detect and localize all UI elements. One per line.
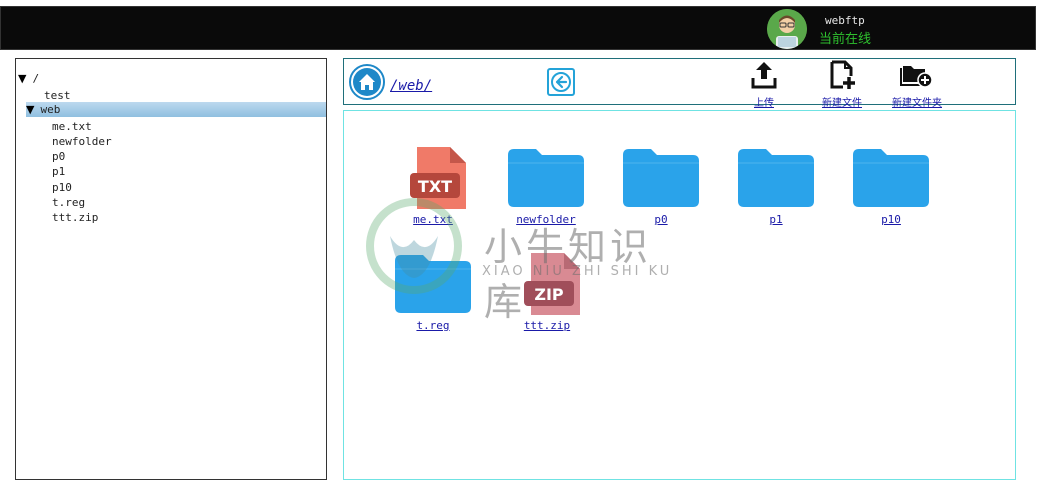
- tree-item-label: ttt.zip: [52, 211, 99, 224]
- back-button[interactable]: [547, 68, 575, 96]
- tree-item-t-reg[interactable]: t.reg: [52, 195, 85, 210]
- folder-icon: [738, 149, 814, 207]
- tree-item-p1[interactable]: p1: [52, 164, 65, 179]
- current-path-link[interactable]: /web/: [390, 78, 432, 94]
- folder-icon: [508, 149, 584, 207]
- new-file-icon: [830, 60, 855, 89]
- txt-file-icon: TXT: [410, 147, 466, 209]
- tree-item-label: p0: [52, 150, 66, 163]
- tree-item-test[interactable]: test: [44, 88, 71, 103]
- folder-icon: [853, 149, 929, 207]
- folder-tree-panel: ▼ / test ▼ web me.txt newfolder p0 p1 p10 …: [15, 58, 327, 480]
- tree-item-label: t.reg: [52, 196, 86, 209]
- new-folder-icon: [900, 66, 933, 88]
- tree-item-p10[interactable]: p10: [52, 180, 72, 195]
- tree-item-me-txt[interactable]: me.txt: [52, 119, 92, 134]
- tree-root[interactable]: ▼ /: [18, 71, 39, 86]
- tree-item-label: test: [44, 89, 71, 102]
- user-avatar[interactable]: [767, 9, 807, 49]
- file-item-me-txt[interactable]: TXT me.txt: [388, 145, 478, 226]
- tree-item-web[interactable]: ▼ web: [26, 102, 326, 117]
- upload-icon: [751, 62, 777, 89]
- path-toolbar: /web/ 上传 新建文件 新建文件夹: [343, 58, 1016, 109]
- tree-item-label: web: [40, 103, 61, 116]
- home-icon: [353, 68, 381, 96]
- zip-badge-text: ZIP: [534, 285, 564, 304]
- new-file-button[interactable]: 新建文件: [822, 60, 862, 109]
- username: webftp: [825, 14, 865, 27]
- file-name[interactable]: p0: [616, 213, 706, 226]
- file-name[interactable]: p10: [846, 213, 936, 226]
- upload-button[interactable]: 上传: [748, 60, 780, 109]
- tree-item-label: p1: [52, 165, 66, 178]
- tree-item-newfolder[interactable]: newfolder: [52, 134, 112, 149]
- file-name[interactable]: t.reg: [388, 319, 478, 332]
- expand-triangle-icon[interactable]: ▼: [18, 72, 26, 85]
- file-name[interactable]: me.txt: [388, 213, 478, 226]
- folder-icon: [623, 149, 699, 207]
- file-name[interactable]: ttt.zip: [502, 319, 592, 332]
- new-folder-label: 新建文件夹: [892, 98, 942, 109]
- tree-item-label: p10: [52, 181, 72, 194]
- top-bar: webftp 当前在线: [0, 6, 1036, 50]
- new-file-label: 新建文件: [822, 98, 862, 109]
- tree-item-p0[interactable]: p0: [52, 149, 65, 164]
- home-button[interactable]: [349, 64, 385, 100]
- upload-label: 上传: [754, 98, 774, 109]
- file-item-t-reg[interactable]: t.reg: [388, 251, 478, 332]
- arrow-left-icon: [551, 72, 571, 92]
- new-folder-button[interactable]: 新建文件夹: [892, 60, 942, 109]
- file-item-p1[interactable]: p1: [731, 145, 821, 226]
- txt-badge-text: TXT: [418, 177, 452, 196]
- tree-item-label: me.txt: [52, 120, 92, 133]
- online-status: 当前在线: [819, 32, 872, 47]
- file-item-newfolder[interactable]: newfolder: [501, 145, 591, 226]
- file-grid: TXT me.txt newfolder p0 p1 p10 t.reg ZIP…: [343, 110, 1016, 480]
- file-item-p0[interactable]: p0: [616, 145, 706, 226]
- file-name[interactable]: p1: [731, 213, 821, 226]
- file-item-ttt-zip[interactable]: ZIP ttt.zip: [502, 251, 592, 332]
- tree-item-label: newfolder: [52, 135, 112, 148]
- zip-file-icon: ZIP: [524, 253, 580, 315]
- folder-icon: [395, 255, 471, 313]
- tree-item-ttt-zip[interactable]: ttt.zip: [52, 210, 98, 225]
- tree-root-label: /: [32, 72, 40, 85]
- file-name[interactable]: newfolder: [501, 213, 591, 226]
- avatar-icon: [767, 9, 807, 49]
- file-item-p10[interactable]: p10: [846, 145, 936, 226]
- expand-triangle-icon[interactable]: ▼: [26, 103, 34, 116]
